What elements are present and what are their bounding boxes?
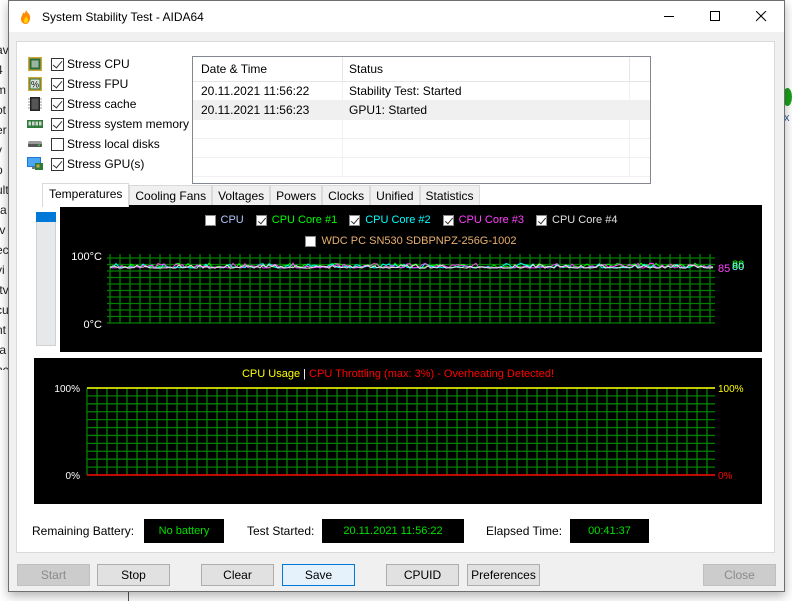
stress-cache-checkbox[interactable] bbox=[51, 97, 64, 111]
stress-fpu-option[interactable]: % Stress FPU bbox=[27, 74, 189, 94]
log-row-empty bbox=[193, 158, 650, 177]
title-throttling-warning: CPU Throttling (max: 3%) - Overheating D… bbox=[309, 368, 554, 380]
tab-statistics[interactable]: Statistics bbox=[419, 185, 480, 206]
log-datetime: 20.11.2021 11:56:22 bbox=[193, 82, 343, 100]
maximize-button[interactable] bbox=[692, 1, 738, 32]
temperature-graph: CPU CPU Core #1 CPU Core #2 CPU Core #3 … bbox=[60, 205, 762, 352]
cpu-chip-icon bbox=[27, 56, 43, 72]
event-log-table[interactable]: Date & Time Status 20.11.2021 11:56:22 S… bbox=[192, 56, 651, 184]
y-tick-label-right: 0% bbox=[718, 471, 733, 482]
tab-voltages[interactable]: Voltages bbox=[212, 185, 271, 206]
stress-disks-option[interactable]: Stress local disks bbox=[27, 134, 189, 154]
graph-tabs: Temperatures Cooling Fans Voltages Power… bbox=[42, 183, 480, 207]
stress-fpu-checkbox[interactable] bbox=[51, 77, 64, 91]
stress-gpu-option[interactable]: Stress GPU(s) bbox=[27, 154, 189, 174]
temperature-plot: 100°C0°C85 888080 bbox=[71, 251, 744, 331]
window-title: System Stability Test - AIDA64 bbox=[42, 9, 204, 24]
tab-cooling-fans[interactable]: Cooling Fans bbox=[129, 185, 213, 206]
cpu-usage-graph: CPU Usage | CPU Throttling (max: 3%) - O… bbox=[34, 358, 762, 504]
log-header: Date & Time Status bbox=[193, 57, 650, 82]
memory-module-icon bbox=[27, 116, 43, 132]
stress-disks-checkbox[interactable] bbox=[51, 137, 64, 151]
log-status: Stability Test: Started bbox=[343, 82, 630, 100]
y-tick-label-left: 100% bbox=[54, 384, 80, 395]
scrollbar-thumb[interactable] bbox=[36, 212, 56, 222]
title-bar[interactable]: System Stability Test - AIDA64 bbox=[9, 1, 784, 32]
minimize-icon bbox=[663, 16, 674, 17]
log-row[interactable]: 20.11.2021 11:56:23 GPU1: Started bbox=[193, 101, 650, 120]
title-cpu-usage: CPU Usage bbox=[242, 368, 300, 380]
stress-cache-option[interactable]: Stress cache bbox=[27, 94, 189, 114]
log-column-status[interactable]: Status bbox=[343, 57, 630, 81]
stress-memory-option[interactable]: Stress system memory bbox=[27, 114, 189, 134]
fpu-percent-icon: % bbox=[27, 76, 43, 92]
title-separator: | bbox=[300, 368, 309, 380]
log-row-empty bbox=[193, 139, 650, 158]
battery-value: No battery bbox=[144, 519, 224, 543]
status-bar: Remaining Battery: No battery Test Start… bbox=[17, 519, 776, 543]
value-label-core4: 80 bbox=[732, 261, 744, 273]
stability-test-window: System Stability Test - AIDA64 Stress CP… bbox=[8, 0, 785, 592]
stress-disks-label: Stress local disks bbox=[67, 137, 160, 151]
battery-label: Remaining Battery: bbox=[32, 524, 135, 538]
stress-gpu-label: Stress GPU(s) bbox=[67, 157, 145, 171]
y-tick-label: 100°C bbox=[71, 251, 102, 263]
test-started-value: 20.11.2021 11:56:22 bbox=[322, 519, 464, 543]
stress-cache-label: Stress cache bbox=[67, 97, 137, 111]
stress-memory-checkbox[interactable] bbox=[51, 117, 64, 131]
gpu-monitor-icon bbox=[27, 156, 43, 172]
elapsed-time-label: Elapsed Time: bbox=[486, 524, 563, 538]
log-row-empty bbox=[193, 120, 650, 139]
start-button[interactable]: Start bbox=[17, 564, 90, 586]
y-tick-label: 0°C bbox=[84, 319, 103, 331]
cache-chip-icon bbox=[27, 96, 43, 112]
close-button[interactable]: Close bbox=[703, 564, 776, 586]
log-row[interactable]: 20.11.2021 11:56:22 Stability Test: Star… bbox=[193, 82, 650, 101]
sensor-list-scrollbar[interactable] bbox=[36, 212, 56, 346]
stress-gpu-checkbox[interactable] bbox=[51, 157, 64, 171]
aida64-flame-icon bbox=[21, 9, 31, 24]
log-datetime: 20.11.2021 11:56:23 bbox=[193, 101, 343, 119]
tab-unified[interactable]: Unified bbox=[370, 185, 420, 206]
cpuid-button[interactable]: CPUID bbox=[386, 564, 459, 586]
usage-graph-title: CPU Usage | CPU Throttling (max: 3%) - O… bbox=[242, 368, 554, 380]
log-status: GPU1: Started bbox=[343, 101, 630, 119]
value-label-core3: 85 bbox=[718, 263, 730, 275]
minimize-button[interactable] bbox=[646, 1, 692, 32]
cpu-usage-plot: CPU Usage | CPU Throttling (max: 3%) - O… bbox=[54, 368, 744, 482]
tab-temperatures[interactable]: Temperatures bbox=[42, 183, 130, 207]
stress-options: Stress CPU % Stress FPU Stress cache Str… bbox=[27, 54, 189, 174]
log-column-datetime[interactable]: Date & Time bbox=[193, 57, 343, 81]
tab-clocks[interactable]: Clocks bbox=[322, 185, 371, 206]
stop-button[interactable]: Stop bbox=[97, 564, 170, 586]
main-panel: Stress CPU % Stress FPU Stress cache Str… bbox=[16, 41, 775, 553]
stress-cpu-checkbox[interactable] bbox=[51, 57, 64, 71]
y-tick-label-right: 100% bbox=[718, 384, 744, 395]
close-window-button[interactable] bbox=[738, 1, 784, 32]
stress-cpu-label: Stress CPU bbox=[67, 57, 130, 71]
clear-button[interactable]: Clear bbox=[201, 564, 274, 586]
y-tick-label-left: 0% bbox=[66, 471, 81, 482]
tab-powers[interactable]: Powers bbox=[270, 185, 323, 206]
stress-cpu-option[interactable]: Stress CPU bbox=[27, 54, 189, 74]
stress-fpu-label: Stress FPU bbox=[67, 77, 129, 91]
test-started-label: Test Started: bbox=[247, 524, 315, 538]
maximize-icon bbox=[709, 11, 720, 21]
close-icon bbox=[755, 11, 766, 22]
save-button[interactable]: Save bbox=[282, 564, 355, 586]
elapsed-time-value: 00:41:37 bbox=[570, 519, 649, 543]
preferences-button[interactable]: Preferences bbox=[467, 564, 540, 586]
svg-text:%: % bbox=[31, 80, 39, 90]
stress-memory-label: Stress system memory bbox=[67, 117, 190, 131]
disk-drive-icon bbox=[27, 136, 43, 152]
